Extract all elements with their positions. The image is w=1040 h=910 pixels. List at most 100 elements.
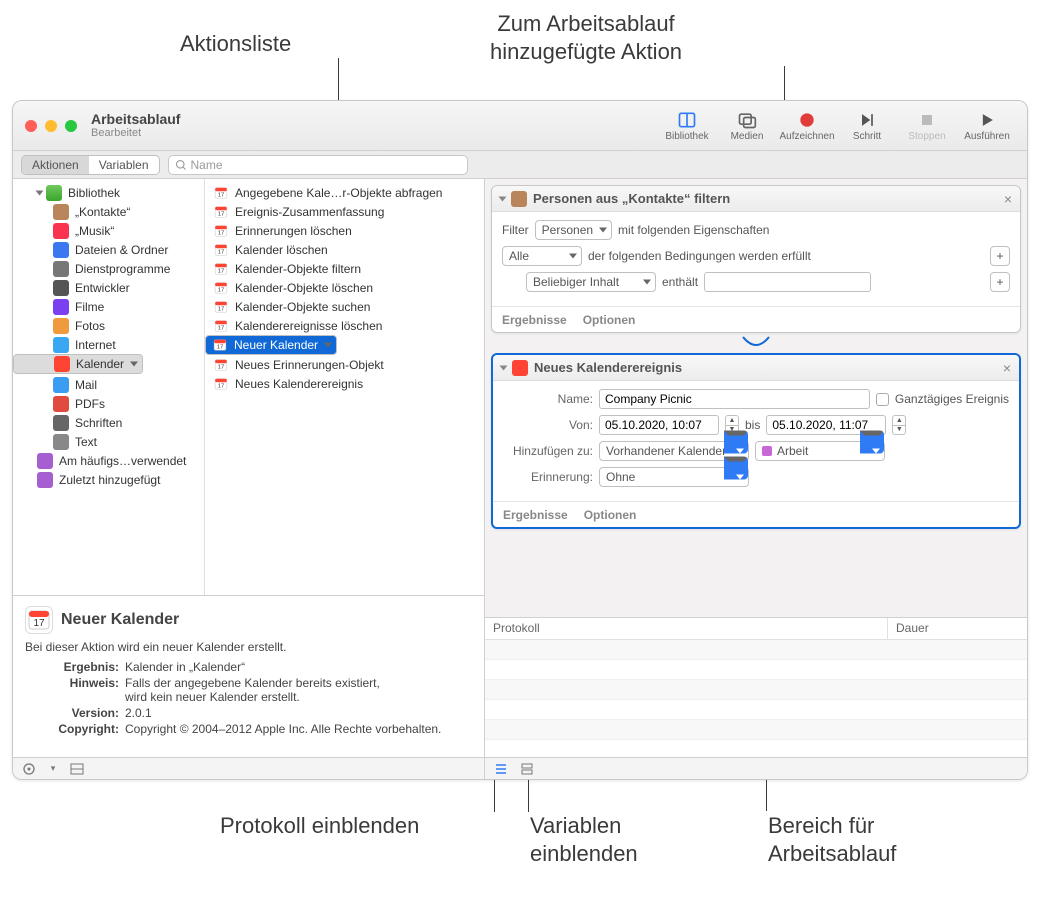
callout-workflow-area: Bereich fürArbeitsablauf	[768, 812, 896, 867]
action-list-item[interactable]: 17Erinnerungen löschen	[205, 221, 484, 240]
step-icon	[857, 109, 877, 131]
library-item[interactable]: Text	[13, 432, 204, 451]
action-list-item[interactable]: 17Kalender-Objekte filtern	[205, 259, 484, 278]
run-icon	[977, 109, 997, 131]
filter-type-select[interactable]: Personen	[535, 220, 612, 240]
library-item[interactable]: PDFs	[13, 394, 204, 413]
action-list-item[interactable]: 17Ereignis-Zusammenfassung	[205, 202, 484, 221]
category-icon	[53, 299, 69, 315]
filter-value-input[interactable]	[704, 272, 871, 292]
action-list-item[interactable]: 17Kalender-Objekte löschen	[205, 278, 484, 297]
library-item[interactable]: Internet	[13, 335, 204, 354]
results-tab[interactable]: Ergebnisse	[502, 313, 567, 327]
action-list-item[interactable]: 17Kalender-Objekte suchen	[205, 297, 484, 316]
library-item[interactable]: Filme	[13, 297, 204, 316]
action-list-item[interactable]: 17Neues Kalenderereignis	[205, 374, 484, 393]
library-item[interactable]: Mail	[13, 375, 204, 394]
library-item[interactable]: Kalender	[13, 354, 143, 374]
category-icon	[53, 204, 69, 220]
smart-folder-item[interactable]: Am häufigs…verwendet	[13, 451, 204, 470]
action-card-new-event[interactable]: Neues Kalenderereignis × Name: Ganztägig…	[491, 353, 1021, 529]
action-list-item[interactable]: 17Angegebene Kale…r-Objekte abfragen	[205, 183, 484, 202]
allday-checkbox[interactable]	[876, 393, 889, 406]
library-root[interactable]: Bibliothek	[13, 183, 204, 202]
mode-actions[interactable]: Aktionen	[22, 156, 89, 174]
toolbar-library-button[interactable]: Bibliothek	[657, 109, 717, 142]
from-date-input[interactable]	[599, 415, 719, 435]
log-col-protocol[interactable]: Protokoll	[485, 618, 887, 639]
action-list[interactable]: 17Angegebene Kale…r-Objekte abfragen17Er…	[205, 179, 484, 595]
toolbar-stop-button[interactable]: Stoppen	[897, 109, 957, 142]
toggle-info-icon[interactable]	[69, 761, 85, 777]
condition-all-select[interactable]: Alle	[502, 246, 582, 266]
library-item[interactable]: Dienstprogramme	[13, 259, 204, 278]
library-item[interactable]: „Musik“	[13, 221, 204, 240]
log-col-duration[interactable]: Dauer	[887, 618, 1027, 639]
results-tab[interactable]: Ergebnisse	[503, 508, 568, 522]
callout-added-action: Zum Arbeitsablaufhinzugefügte Aktion	[490, 10, 682, 65]
action-card-filter-contacts[interactable]: Personen aus „Kontakte“ filtern × Filter…	[491, 185, 1021, 333]
calendar-icon: 17	[25, 606, 53, 634]
reminder-select[interactable]: Ohne	[599, 467, 749, 487]
zoom-window-icon[interactable]	[65, 120, 77, 132]
action-list-item[interactable]: 17Neues Erinnerungen-Objekt	[205, 355, 484, 374]
traffic-lights	[25, 120, 77, 132]
disclosure-icon[interactable]	[499, 196, 507, 201]
action-list-item[interactable]: 17Neuer Kalender	[205, 335, 337, 355]
toolbar-run-button[interactable]: Ausführen	[957, 109, 1017, 142]
library-item[interactable]: Entwickler	[13, 278, 204, 297]
smart-folder-icon	[37, 453, 53, 469]
contacts-icon	[511, 191, 527, 207]
options-tab[interactable]: Optionen	[584, 508, 637, 522]
search-input[interactable]: Name	[168, 155, 468, 175]
toolbar-media-button[interactable]: Medien	[717, 109, 777, 142]
content-select[interactable]: Beliebiger Inhalt	[526, 272, 656, 292]
calendar-icon: 17	[213, 357, 229, 373]
svg-text:17: 17	[217, 345, 223, 351]
action-list-item[interactable]: 17Kalender löschen	[205, 240, 484, 259]
library-item[interactable]: „Kontakte“	[13, 202, 204, 221]
minimize-window-icon[interactable]	[45, 120, 57, 132]
smart-folder-item[interactable]: Zuletzt hinzugefügt	[13, 470, 204, 489]
calendar-icon: 17	[213, 280, 229, 296]
log-area: Protokoll Dauer	[485, 617, 1027, 757]
chevron-down-icon[interactable]: ▾	[45, 761, 61, 777]
to-stepper[interactable]: ▲▼	[892, 415, 906, 435]
category-icon	[54, 356, 70, 372]
calendar-icon: 17	[213, 185, 229, 201]
toolbar-record-button[interactable]: Aufzeichnen	[777, 109, 837, 142]
event-name-input[interactable]	[599, 389, 870, 409]
library-tree[interactable]: Bibliothek „Kontakte“„Musik“Dateien & Or…	[13, 179, 205, 595]
gear-icon[interactable]	[21, 761, 37, 777]
toolbar-step-button[interactable]: Schritt	[837, 109, 897, 142]
stop-icon	[917, 109, 937, 131]
mode-variables[interactable]: Variablen	[89, 156, 159, 174]
close-icon[interactable]: ×	[1004, 191, 1012, 207]
toolbar: Arbeitsablauf Bearbeitet Bibliothek Medi…	[13, 101, 1027, 151]
add-subcondition-button[interactable]: +	[990, 272, 1010, 292]
info-pane: 17 Neuer Kalender Bei dieser Aktion wird…	[13, 595, 484, 757]
workflow-area[interactable]: Personen aus „Kontakte“ filtern × Filter…	[485, 179, 1027, 617]
action-list-item[interactable]: 17Kalenderereignisse löschen	[205, 316, 484, 335]
svg-text:17: 17	[218, 325, 224, 331]
show-log-icon[interactable]	[493, 761, 509, 777]
library-item[interactable]: Fotos	[13, 316, 204, 335]
disclosure-icon	[36, 190, 44, 195]
library-item[interactable]: Schriften	[13, 413, 204, 432]
calendar-icon: 17	[212, 337, 228, 353]
disclosure-icon[interactable]	[500, 365, 508, 370]
show-variables-icon[interactable]	[519, 761, 535, 777]
category-icon	[53, 242, 69, 258]
window-title-block: Arbeitsablauf Bearbeitet	[91, 112, 180, 139]
callout-action-list: Aktionsliste	[180, 30, 291, 58]
close-icon[interactable]: ×	[1003, 360, 1011, 376]
svg-text:17: 17	[218, 211, 224, 217]
add-condition-button[interactable]: +	[990, 246, 1010, 266]
close-window-icon[interactable]	[25, 120, 37, 132]
mode-segmented-control[interactable]: Aktionen Variablen	[21, 155, 160, 175]
category-icon	[53, 434, 69, 450]
svg-text:17: 17	[218, 230, 224, 236]
library-item[interactable]: Dateien & Ordner	[13, 240, 204, 259]
options-tab[interactable]: Optionen	[583, 313, 636, 327]
calendar-select[interactable]: Arbeit	[755, 441, 885, 461]
